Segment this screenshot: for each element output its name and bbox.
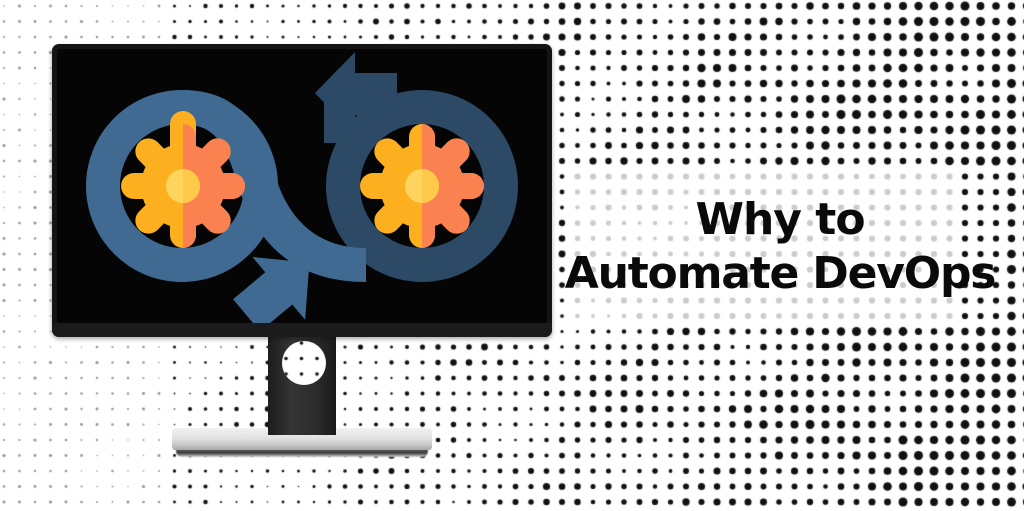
headline-line-1: Why to xyxy=(695,194,865,245)
cable-hole-dot-pattern xyxy=(282,341,326,385)
devops-infinity-icon xyxy=(86,52,518,323)
monitor-stand-cable-hole xyxy=(282,341,326,385)
poster-canvas: Why to Automate DevOps xyxy=(0,0,1024,511)
gear-right xyxy=(360,124,484,248)
headline-line-2: Automate DevOps xyxy=(564,247,997,299)
monitor-screen xyxy=(57,49,547,323)
computer-monitor xyxy=(52,44,552,337)
headline-block: Why to Automate DevOps xyxy=(560,196,1000,297)
